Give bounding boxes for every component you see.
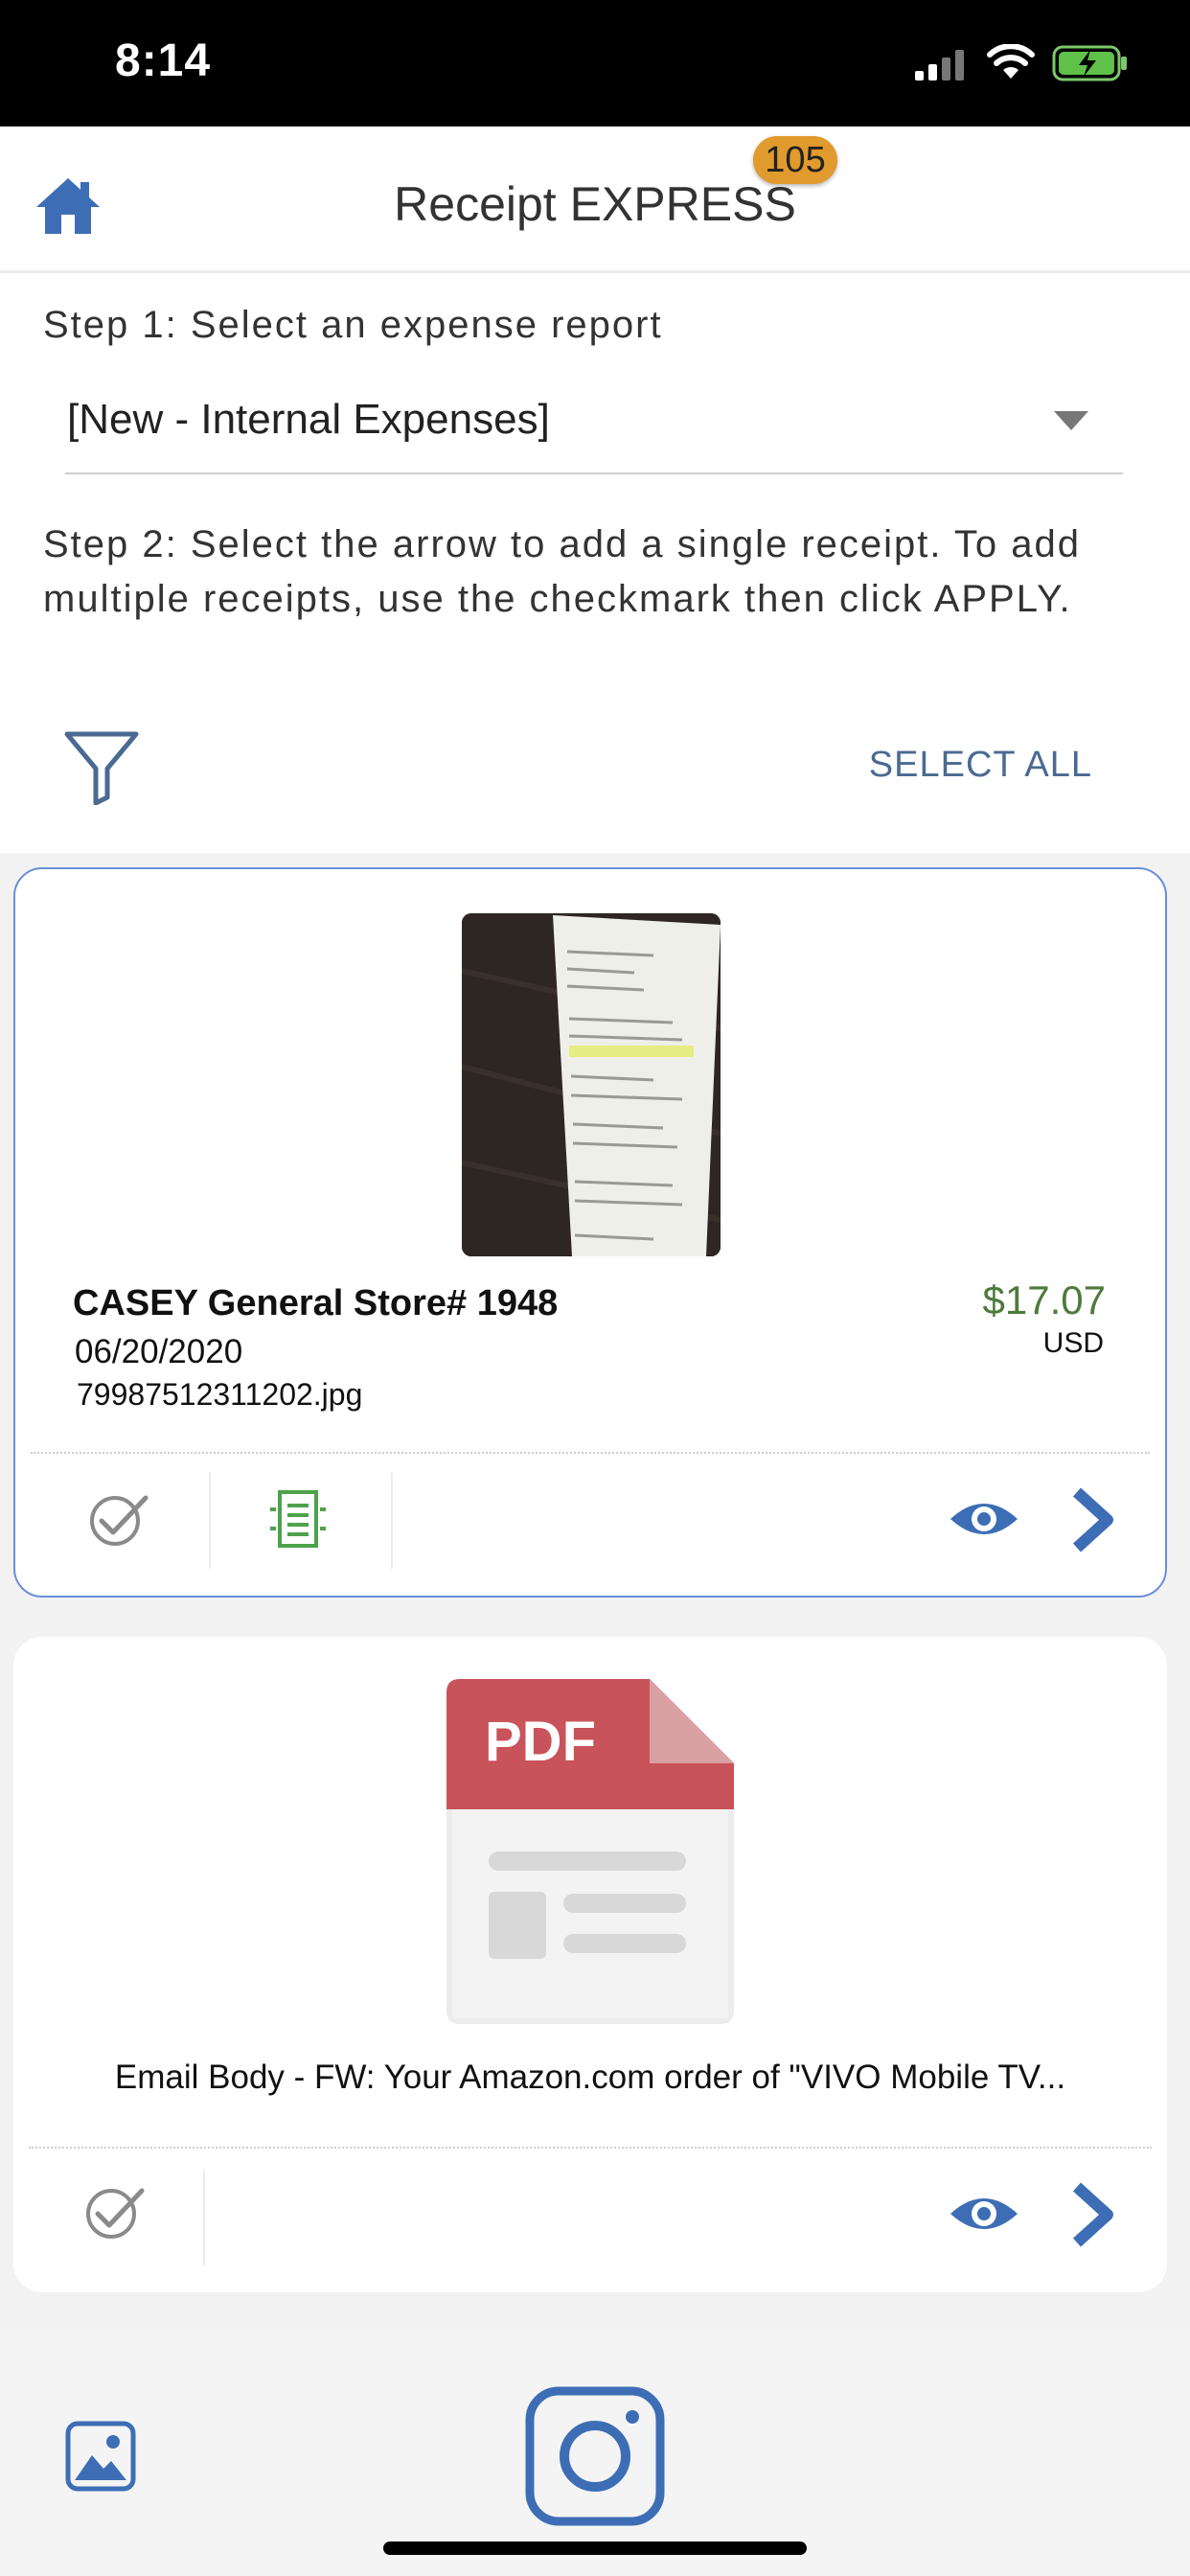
receipt-date: 06/20/2020 bbox=[75, 1333, 243, 1370]
battery-icon bbox=[1052, 45, 1127, 81]
step1-label: Step 1: Select an expense report bbox=[43, 304, 663, 346]
app-title: Receipt EXPRESS bbox=[394, 177, 796, 231]
action-separator bbox=[391, 1473, 393, 1569]
bottom-toolbar bbox=[0, 2329, 1190, 2576]
receipt-amount: $17.07 bbox=[982, 1277, 1106, 1322]
expense-report-dropdown[interactable]: [New - Internal Expenses] bbox=[65, 386, 1123, 474]
status-bar: 8:14 bbox=[0, 0, 1190, 126]
home-indicator bbox=[383, 2542, 807, 2555]
receipt-currency: USD bbox=[1042, 1327, 1104, 1359]
signal-icon bbox=[915, 50, 964, 80]
select-all-button[interactable]: SELECT ALL bbox=[869, 745, 1092, 786]
notification-badge: 105 bbox=[753, 136, 837, 184]
status-time: 8:14 bbox=[115, 35, 212, 86]
pdf-label: PDF bbox=[485, 1711, 596, 1773]
receipt-thumbnail[interactable] bbox=[462, 913, 721, 1256]
step2-label: Step 2: Select the arrow to add a single… bbox=[43, 523, 1081, 620]
app-header: Receipt EXPRESS 105 bbox=[0, 126, 1190, 273]
card-divider bbox=[31, 1452, 1150, 1454]
wifi-icon bbox=[987, 44, 1035, 79]
eye-icon[interactable] bbox=[949, 1496, 1019, 1542]
chevron-right-icon[interactable] bbox=[1071, 1486, 1117, 1553]
receipt-card[interactable]: PDF Email Body - FW: Your Amazon.com ord… bbox=[13, 1637, 1167, 2292]
dropdown-value: [New - Internal Expenses] bbox=[67, 396, 550, 443]
receipt-card[interactable]: CASEY General Store# 1948 06/20/2020 799… bbox=[13, 867, 1167, 1598]
card-divider bbox=[29, 2147, 1152, 2149]
camera-icon[interactable] bbox=[525, 2386, 665, 2526]
receipt-filename: 79987512311202.jpg bbox=[77, 1377, 363, 1412]
receipt-title: Email Body - FW: Your Amazon.com order o… bbox=[114, 2058, 1066, 2096]
action-separator bbox=[203, 2170, 205, 2266]
action-separator bbox=[209, 1473, 211, 1569]
eye-icon[interactable] bbox=[949, 2191, 1019, 2237]
caret-down-icon bbox=[1054, 411, 1088, 430]
chevron-right-icon[interactable] bbox=[1071, 2181, 1117, 2248]
receipt-details-icon[interactable] bbox=[268, 1488, 328, 1550]
gallery-icon[interactable] bbox=[65, 2421, 136, 2492]
filter-icon[interactable] bbox=[63, 728, 140, 805]
steps-panel: Step 1: Select an expense report [New - … bbox=[0, 273, 1190, 853]
checkmark-select-icon[interactable] bbox=[84, 2183, 148, 2241]
receipt-vendor: CASEY General Store# 1948 bbox=[73, 1283, 559, 1323]
checkmark-select-icon[interactable] bbox=[88, 1490, 151, 1548]
